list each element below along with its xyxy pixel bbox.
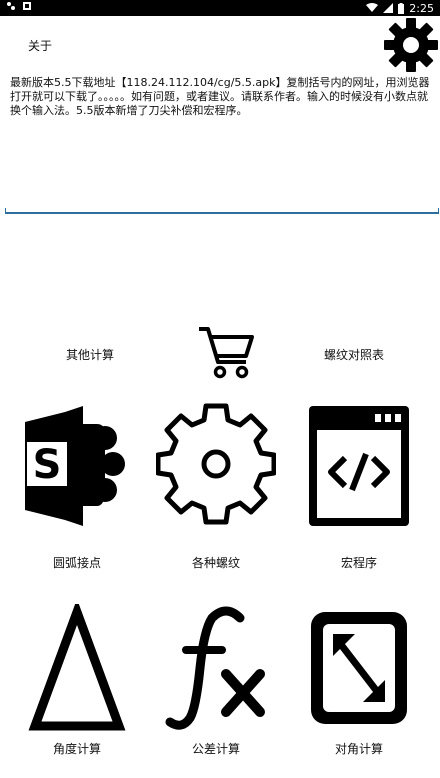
status-left (6, 1, 32, 11)
sharepoint-icon: S (25, 406, 125, 526)
tolerance-calc-label: 公差计算 (191, 742, 240, 756)
gear-icon (384, 18, 438, 72)
wifi-icon (366, 3, 379, 13)
diagonal-calc-label: 对角计算 (334, 742, 383, 756)
triangle-icon (28, 604, 126, 731)
svg-text:S: S (33, 442, 62, 488)
gear-icon (156, 403, 276, 525)
other-calc-button[interactable]: 其他计算 (30, 346, 150, 363)
diagonal-calc-tile[interactable] (299, 604, 419, 732)
battery-icon (398, 2, 405, 14)
angle-calc-tile[interactable] (17, 604, 137, 732)
about-link[interactable]: 关于 (28, 37, 52, 54)
status-bar: 2:25 (0, 0, 440, 16)
cart-icon (199, 327, 254, 379)
shop-button[interactable] (196, 324, 256, 382)
thread-table-button[interactable]: 螺纹对照表 (294, 346, 414, 363)
settings-button[interactable] (384, 18, 438, 72)
diagonal-resize-icon (311, 612, 407, 724)
thread-types-label: 各种螺纹 (191, 556, 240, 570)
code-window-icon (309, 406, 409, 526)
thread-types-tile[interactable] (156, 402, 276, 530)
arc-contact-tile[interactable]: S (17, 402, 137, 530)
macro-program-label: 宏程序 (340, 556, 377, 570)
text-field-underline (5, 208, 439, 214)
function-icon (165, 606, 265, 730)
app-icon-2 (22, 1, 32, 11)
tolerance-calc-tile[interactable] (156, 604, 276, 732)
status-right: 2:25 (366, 0, 434, 16)
arc-contact-label: 圆弧接点 (52, 556, 101, 570)
signal-icon (383, 3, 394, 13)
update-notice: 最新版本5.5下载地址【118.24.112.104/cg/5.5.apk】复制… (10, 76, 430, 117)
macro-program-tile[interactable] (299, 402, 419, 530)
app-icon-1 (6, 1, 16, 11)
status-time: 2:25 (409, 1, 434, 15)
angle-calc-label: 角度计算 (52, 742, 101, 756)
